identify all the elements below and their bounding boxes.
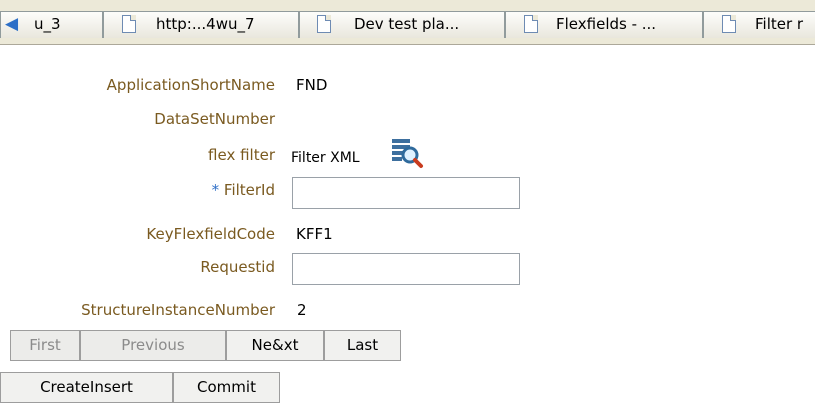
application-short-name-value: FND [296,76,328,94]
structure-instance-number-label: StructureInstanceNumber [81,301,275,319]
flex-filter-label: flex filter [208,146,275,164]
tab-4[interactable]: Flexfields - ... [505,11,703,38]
document-icon [122,15,136,33]
flex-filter-value: Filter XML [291,150,360,166]
last-button[interactable]: Last [324,330,401,361]
document-icon [722,15,736,33]
tab-4-label: Flexfields - ... [556,15,657,33]
document-icon [317,15,331,33]
request-id-input[interactable] [292,253,520,285]
tab-2-label: http:...4wu_7 [156,15,255,33]
key-flexfield-code-value: KFF1 [296,225,333,243]
create-insert-button[interactable]: CreateInsert [0,372,173,403]
previous-button[interactable]: Previous [80,330,226,361]
filter-search-icon[interactable] [390,136,424,170]
commit-button[interactable]: Commit [173,372,280,403]
request-id-label: Requestid [200,258,275,276]
tab-5-label: Filter r [755,15,804,33]
tab-1[interactable]: ◀ u_3 [0,11,103,38]
tab-3-label: Dev test pla... [354,15,460,33]
tab-1-label: u_3 [34,15,61,33]
key-flexfield-code-label: KeyFlexfieldCode [146,225,275,243]
document-icon [524,15,538,33]
next-button[interactable]: Ne&xt [226,330,324,361]
structure-instance-number-value: 2 [297,301,307,319]
tab-5[interactable]: Filter r [703,11,815,38]
browser-tab-strip: ◀ u_3 http:...4wu_7 Dev test pla... Flex… [0,0,815,45]
tab-2[interactable]: http:...4wu_7 [103,11,299,38]
filter-id-input[interactable] [292,177,520,209]
filter-id-label-text: FilterId [223,181,275,199]
filter-id-label: * FilterId [212,180,275,200]
first-button[interactable]: First [10,330,80,361]
back-arrow-icon[interactable]: ◀ [5,16,18,33]
required-marker: * [211,181,220,199]
data-set-number-label: DataSetNumber [154,110,275,128]
application-short-name-label: ApplicationShortName [106,76,275,94]
tab-3[interactable]: Dev test pla... [299,11,505,38]
